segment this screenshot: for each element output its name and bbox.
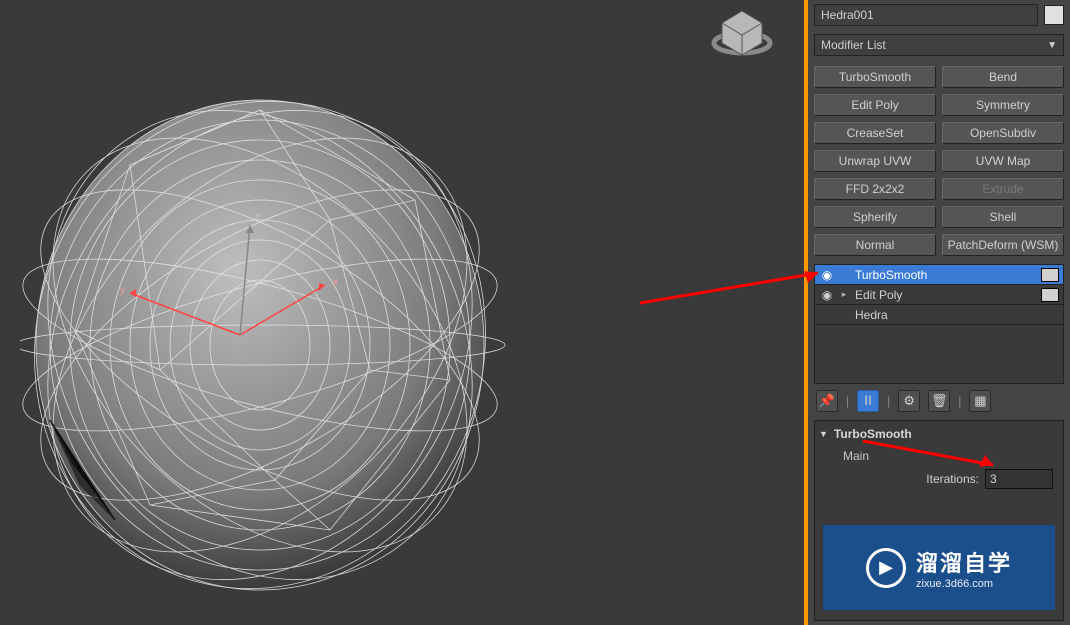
modifier-list-dropdown[interactable]: Modifier List ▼: [814, 34, 1064, 56]
modifier-button-extrude[interactable]: Extrude: [942, 178, 1064, 200]
modifier-list-label: Modifier List: [821, 38, 886, 52]
stack-display-checkbox[interactable]: [1041, 268, 1059, 282]
command-panel: Modifier List ▼ TurboSmooth Bend Edit Poly…: [808, 0, 1070, 625]
svg-text:y: y: [120, 285, 125, 296]
eye-icon[interactable]: ◉: [815, 268, 839, 282]
stack-item-hedra[interactable]: Hedra: [815, 305, 1063, 325]
modifier-button-ffd-2x2x2[interactable]: FFD 2x2x2: [814, 178, 936, 200]
stack-item-edit-poly[interactable]: ◉▸Edit Poly: [815, 285, 1063, 305]
viewport[interactable]: x y z: [0, 0, 808, 625]
view-cube[interactable]: [710, 5, 774, 65]
rollout-group-label: Main: [819, 449, 1059, 463]
iterations-label: Iterations:: [926, 472, 979, 486]
stack-item-label: Hedra: [849, 308, 1063, 322]
modifier-button-uvw-map[interactable]: UVW Map: [942, 150, 1064, 172]
modifier-button-shell[interactable]: Shell: [942, 206, 1064, 228]
modifier-button-spherify[interactable]: Spherify: [814, 206, 936, 228]
stack-item-label: TurboSmooth: [849, 268, 1041, 282]
delete-modifier-icon[interactable]: 🗑: [928, 390, 950, 412]
svg-text:z: z: [255, 212, 260, 223]
modifier-button-turbosmooth[interactable]: TurboSmooth: [814, 66, 936, 88]
chevron-down-icon: ▼: [1047, 40, 1057, 51]
svg-text:x: x: [333, 277, 338, 288]
pin-stack-icon[interactable]: 📌: [816, 390, 838, 412]
watermark: ▶ 溜溜自学 zixue.3d66.com: [823, 525, 1055, 610]
iterations-spinner[interactable]: ▲ ▼: [985, 469, 1053, 489]
rollout-header[interactable]: ▼ TurboSmooth: [819, 427, 1059, 441]
modifier-button-symmetry[interactable]: Symmetry: [942, 94, 1064, 116]
object-name-input[interactable]: [814, 4, 1038, 26]
rollout-area: ▼ TurboSmooth Main Iterations: ▲ ▼: [814, 420, 1064, 621]
modifier-button-patchdeform-wsm-[interactable]: PatchDeform (WSM): [942, 234, 1064, 256]
stack-item-turbosmooth[interactable]: ◉ TurboSmooth: [815, 265, 1063, 285]
watermark-line1: 溜溜自学: [916, 546, 1012, 578]
triangle-down-icon: ▼: [819, 429, 828, 439]
iterations-input[interactable]: [986, 470, 1070, 488]
stack-display-checkbox[interactable]: [1041, 288, 1059, 302]
modifier-buttons-grid: TurboSmooth Bend Edit Poly Symmetry CreaseSe…: [808, 60, 1070, 262]
modifier-button-edit-poly[interactable]: Edit Poly: [814, 94, 936, 116]
stack-toolbar: 📌 | ⅠⅠ | ⚙ 🗑 | ▦: [808, 384, 1070, 418]
watermark-line2: zixue.3d66.com: [916, 578, 1012, 590]
stack-item-label: Edit Poly: [849, 288, 1041, 302]
configure-sets-icon[interactable]: ▦: [969, 390, 991, 412]
expand-icon[interactable]: ▸: [839, 289, 849, 300]
rollout-title: TurboSmooth: [834, 427, 912, 441]
modifier-button-opensubdiv[interactable]: OpenSubdiv: [942, 122, 1064, 144]
modifier-button-unwrap-uvw[interactable]: Unwrap UVW: [814, 150, 936, 172]
pivot-axes: x y z: [105, 185, 365, 405]
play-icon: ▶: [866, 548, 906, 588]
object-color-swatch[interactable]: [1044, 5, 1064, 25]
modifier-button-normal[interactable]: Normal: [814, 234, 936, 256]
modifier-stack[interactable]: ◉ TurboSmooth ◉▸Edit Poly Hedra: [814, 264, 1064, 384]
hedra-mesh: [20, 50, 550, 610]
eye-icon[interactable]: ◉: [815, 288, 839, 302]
modifier-button-creaseset[interactable]: CreaseSet: [814, 122, 936, 144]
modifier-button-bend[interactable]: Bend: [942, 66, 1064, 88]
show-end-result-icon[interactable]: ⅠⅠ: [857, 390, 879, 412]
make-unique-icon[interactable]: ⚙: [898, 390, 920, 412]
